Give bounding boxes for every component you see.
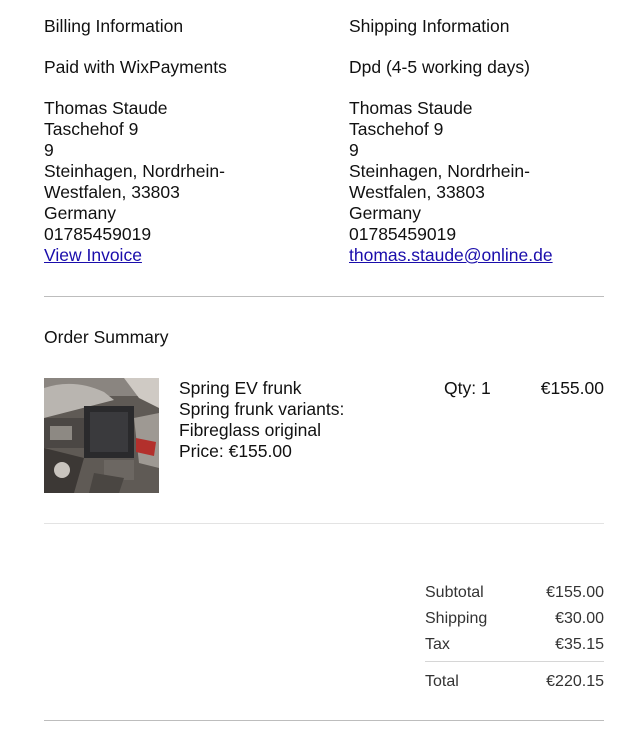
billing-heading: Billing Information [44, 16, 184, 36]
subtotal-row: Subtotal €155.00 [425, 583, 604, 609]
payment-method: Paid with WixPayments [44, 57, 227, 77]
shipping-heading: Shipping Information [349, 16, 510, 36]
total-value: €220.15 [546, 673, 604, 690]
product-line-total: €155.00 [540, 378, 604, 398]
product-quantity: Qty: 1 [444, 378, 491, 398]
shipping-city-line1: Steinhagen, Nordrhein- [349, 161, 530, 181]
tax-row: Tax €35.15 [425, 635, 604, 661]
shipping-street2: 9 [349, 140, 359, 160]
section-divider [44, 296, 604, 297]
billing-name: Thomas Staude [44, 98, 168, 118]
totals-divider [425, 661, 604, 662]
tax-value: €35.15 [555, 636, 604, 653]
total-label: Total [425, 673, 459, 690]
total-row: Total €220.15 [425, 672, 604, 698]
shipping-city-line2: Westfalen, 33803 [349, 182, 485, 202]
email-link[interactable]: thomas.staude@online.de [349, 245, 599, 266]
tax-label: Tax [425, 636, 450, 653]
billing-city-line2: Westfalen, 33803 [44, 182, 180, 202]
items-divider [44, 523, 604, 524]
shipping-row: Shipping €30.00 [425, 609, 604, 635]
billing-phone: 01785459019 [44, 224, 152, 244]
subtotal-value: €155.00 [546, 584, 604, 601]
view-invoice-link[interactable]: View Invoice [44, 245, 294, 266]
product-details: Spring EV frunk Spring frunk variants: F… [179, 378, 419, 462]
shipping-country: Germany [349, 203, 421, 223]
billing-street2: 9 [44, 140, 54, 160]
shipping-value: €30.00 [555, 610, 604, 627]
product-image [44, 378, 159, 493]
billing-country: Germany [44, 203, 116, 223]
subtotal-label: Subtotal [425, 584, 484, 601]
billing-street: Taschehof 9 [44, 119, 139, 139]
product-price: Price: €155.00 [179, 441, 292, 461]
shipping-street: Taschehof 9 [349, 119, 444, 139]
delivery-method: Dpd (4-5 working days) [349, 57, 530, 77]
engine-bay-photo-icon [44, 378, 159, 493]
order-summary-title: Order Summary [44, 327, 169, 347]
shipping-label: Shipping [425, 610, 488, 627]
order-totals: Subtotal €155.00 Shipping €30.00 Tax €35… [425, 583, 604, 698]
billing-information-section: Billing Information Paid with WixPayment… [44, 16, 294, 266]
shipping-name: Thomas Staude [349, 98, 473, 118]
product-variant-value: Fibreglass original [179, 420, 322, 440]
billing-city-line1: Steinhagen, Nordrhein- [44, 161, 225, 181]
product-variant-label: Spring frunk variants: [179, 399, 345, 419]
shipping-phone: 01785459019 [349, 224, 457, 244]
footer-divider [44, 720, 604, 721]
shipping-information-section: Shipping Information Dpd (4-5 working da… [349, 16, 599, 266]
product-name: Spring EV frunk [179, 378, 302, 398]
